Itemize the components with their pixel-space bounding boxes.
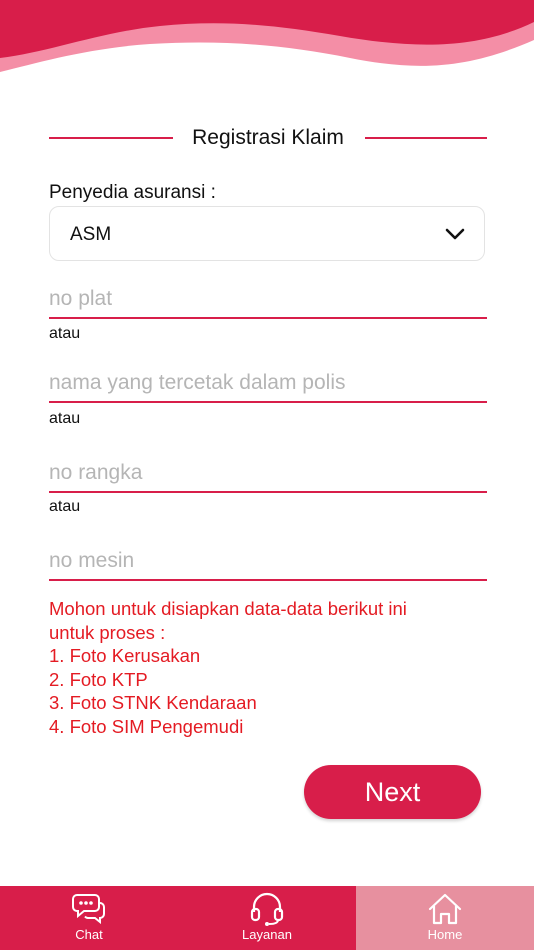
chassis-number-placeholder: no rangka (49, 461, 143, 484)
document-requirements-notice: Mohon untuk disiapkan data-data berikut … (49, 597, 489, 739)
chassis-number-input[interactable]: no rangka (49, 457, 487, 493)
title-divider-right (365, 137, 487, 139)
plate-number-input[interactable]: no plat (49, 283, 487, 319)
or-label: atau (49, 410, 81, 427)
or-label: atau (49, 498, 81, 515)
notice-item: 3. Foto STNK Kendaraan (49, 692, 257, 714)
provider-select[interactable]: ASM (49, 206, 485, 261)
next-button[interactable]: Next (304, 765, 481, 819)
section-title: Registrasi Klaim (49, 120, 487, 156)
provider-label: Penyedia asuransi : (49, 182, 216, 203)
chevron-down-icon (445, 228, 465, 240)
headset-icon (250, 892, 284, 926)
engine-number-placeholder: no mesin (49, 549, 135, 572)
engine-number-input[interactable]: no mesin (49, 545, 487, 581)
nav-label-chat: Chat (75, 927, 103, 942)
header-wave (0, 0, 534, 72)
plate-number-placeholder: no plat (49, 287, 113, 310)
policy-name-placeholder: nama yang tercetak dalam polis (49, 371, 346, 394)
chat-bubbles-icon (72, 894, 105, 924)
nav-item-chat[interactable]: Chat (0, 886, 178, 950)
nav-item-home[interactable]: Home (356, 886, 534, 950)
provider-selected-value: ASM (70, 224, 112, 245)
nav-label-home: Home (427, 927, 463, 942)
bottom-nav: Chat Layanan Home (0, 886, 534, 950)
nav-item-layanan[interactable]: Layanan (178, 886, 356, 950)
notice-item: 1. Foto Kerusakan (49, 645, 201, 667)
home-icon (428, 893, 462, 925)
or-label: atau (49, 325, 81, 342)
nav-label-layanan: Layanan (242, 927, 292, 942)
notice-line: untuk proses : (49, 621, 166, 643)
notice-item: 4. Foto SIM Pengemudi (49, 715, 244, 737)
notice-line: Mohon untuk disiapkan data-data berikut … (49, 598, 407, 619)
policy-name-input[interactable]: nama yang tercetak dalam polis (49, 367, 487, 403)
notice-item: 2. Foto KTP (49, 668, 148, 690)
